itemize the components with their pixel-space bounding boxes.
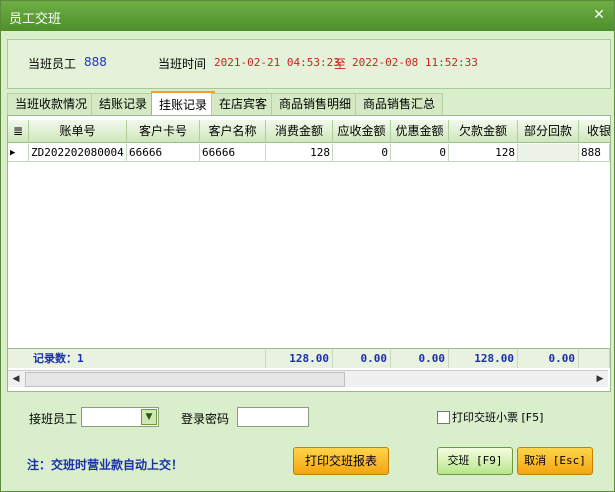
- scroll-right-icon[interactable]: ▶: [593, 372, 607, 386]
- credit-records-table: ≣ 账单号 客户卡号 客户名称 消费金额 应收金额 优惠金额 欠款金额 部分回款…: [7, 115, 611, 392]
- column-chooser-icon[interactable]: ≣: [8, 120, 29, 143]
- tab-sales-summary[interactable]: 商品销售汇总: [355, 93, 443, 115]
- table-cell[interactable]: 128: [449, 144, 518, 162]
- total-cashier: [579, 348, 610, 368]
- password-field[interactable]: [237, 407, 309, 427]
- handover-button[interactable]: 交班 [F9]: [437, 447, 513, 475]
- column-header-consumption[interactable]: 消费金额: [266, 120, 333, 143]
- print-report-button[interactable]: 打印交班报表: [293, 447, 389, 475]
- column-header-discount[interactable]: 优惠金额: [391, 120, 449, 143]
- staff-value: 888: [84, 55, 107, 69]
- column-header-bill-no[interactable]: 账单号: [29, 120, 127, 143]
- record-count: 记录数：1: [8, 348, 266, 368]
- table-cell[interactable]: 128: [266, 144, 333, 162]
- table-cell[interactable]: [518, 144, 579, 162]
- column-header-receivable[interactable]: 应收金额: [333, 120, 391, 143]
- next-staff-label: 接班员工: [29, 412, 78, 426]
- time-label: 当班时间: [158, 57, 207, 71]
- tab-checkout-records[interactable]: 结账记录: [91, 93, 155, 115]
- total-owed: 128.00: [449, 348, 518, 368]
- column-header-customer-name[interactable]: 客户名称: [200, 120, 266, 143]
- total-receivable: 0.00: [333, 348, 391, 368]
- tab-credit-records[interactable]: 挂账记录: [151, 91, 215, 117]
- scroll-left-icon[interactable]: ◀: [9, 372, 23, 386]
- table-cell[interactable]: 66666: [127, 144, 200, 162]
- title-bar: 员工交班 ✕: [1, 1, 614, 31]
- column-header-card-no[interactable]: 客户卡号: [127, 120, 200, 143]
- table-cell[interactable]: 0: [391, 144, 449, 162]
- total-partial-repay: 0.00: [518, 348, 579, 368]
- column-header-owed[interactable]: 欠款金额: [449, 120, 518, 143]
- tab-shift-receipts[interactable]: 当班收款情况: [7, 93, 95, 115]
- cancel-button[interactable]: 取消 [Esc]: [517, 447, 593, 475]
- tab-sales-detail[interactable]: 商品销售明细: [271, 93, 359, 115]
- print-ticket-checkbox[interactable]: [437, 411, 450, 424]
- total-consumption: 128.00: [266, 348, 333, 368]
- close-icon[interactable]: ✕: [590, 6, 608, 24]
- shift-handover-window: 员工交班 ✕ 当班员工 888 当班时间 2021-02-21 04:53:23…: [0, 0, 615, 492]
- note-text: 注：交班时营业款自动上交！: [27, 458, 184, 472]
- scrollbar-thumb[interactable]: [25, 372, 345, 387]
- print-ticket-label: 打印交班小票 [F5]: [452, 411, 544, 424]
- window-title: 员工交班: [9, 12, 62, 27]
- total-discount: 0.00: [391, 348, 449, 368]
- password-label: 登录密码: [181, 412, 230, 426]
- table-cell[interactable]: 66666: [200, 144, 266, 162]
- horizontal-scrollbar[interactable]: ◀ ▶: [8, 370, 608, 387]
- time-to: 至: [334, 57, 347, 71]
- chevron-down-icon[interactable]: ▼: [141, 409, 157, 425]
- column-header-cashier[interactable]: 收银: [579, 120, 610, 143]
- record-count-text: 记录数：1: [33, 352, 84, 365]
- table-cell[interactable]: 888: [579, 144, 610, 162]
- column-header-partial-repay[interactable]: 部分回款: [518, 120, 579, 143]
- table-cell[interactable]: 0: [333, 144, 391, 162]
- time-start: 2021-02-21 04:53:23: [214, 56, 340, 69]
- row-indicator-icon: ▶: [8, 144, 29, 162]
- tab-in-house-guests[interactable]: 在店宾客: [211, 93, 275, 115]
- shift-info-panel: 当班员工 888 当班时间 2021-02-21 04:53:23 至 2022…: [7, 39, 611, 89]
- next-staff-select[interactable]: ▼: [81, 407, 159, 427]
- staff-label: 当班员工: [28, 57, 77, 71]
- time-end: 2022-02-08 11:52:33: [352, 56, 478, 69]
- table-cell[interactable]: ZD202202080004: [29, 144, 127, 162]
